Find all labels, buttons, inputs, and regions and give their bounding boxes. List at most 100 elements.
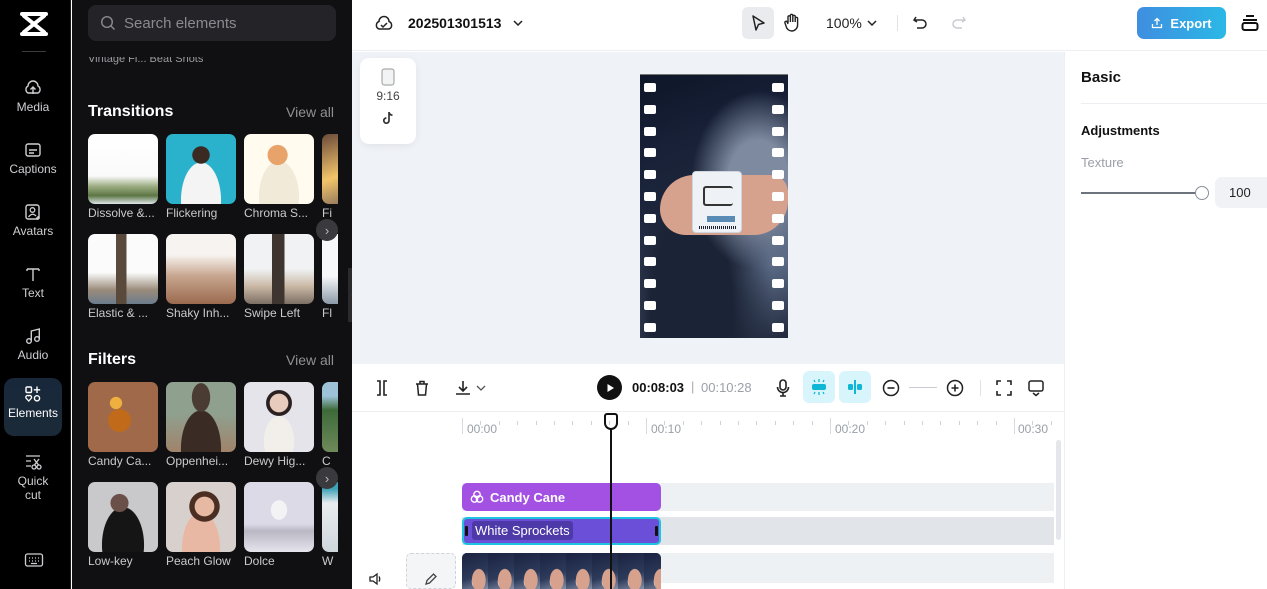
select-tool-button[interactable] [742,7,774,39]
search-input[interactable]: Search elements [88,5,336,41]
redo-button[interactable] [943,7,975,39]
export-button[interactable]: Export [1137,7,1226,39]
ruler-minor-tick [922,421,923,425]
layers-menu-button[interactable] [1234,7,1266,39]
fullscreen-icon [996,380,1012,396]
rail-item-quick-cut[interactable]: Quick cut [4,446,62,508]
speaker-icon[interactable] [368,572,384,586]
texture-value-input[interactable]: 100 [1215,177,1267,208]
project-menu[interactable]: 202501301513 [374,14,523,32]
transition-label: Fi [322,206,332,220]
fit-timeline-button[interactable] [992,376,1016,400]
undo-button[interactable] [904,7,936,39]
total-duration: 00:10:28 [701,380,752,395]
filter-clip[interactable]: Candy Cane [462,483,661,511]
cloud-upload-icon [25,80,41,94]
rail-item-captions[interactable]: Captions [4,134,62,190]
transition-label: Elastic & ... [88,306,149,320]
transition-thumbnail [88,234,158,304]
search-icon [100,15,115,30]
capcut-logo-icon[interactable] [18,10,50,38]
filters-view-all-link[interactable]: View all [286,352,334,368]
filter-tile[interactable]: W [322,482,338,568]
top-bar: 202501301513 100% Export [352,0,1267,51]
transition-tile[interactable]: Elastic & ... [88,234,158,320]
transition-tile[interactable]: Chroma S... [244,134,314,220]
ruler-label: 00:20 [835,422,866,436]
transition-label: Shaky Inh... [166,306,230,320]
timeline-zoom-slider[interactable] [909,387,937,388]
clip-trim-handle-left[interactable] [465,526,468,536]
rail-item-elements[interactable]: Elements [4,378,62,436]
ruler-minor-tick [738,421,739,425]
transition-tile[interactable]: Flickering [166,134,236,220]
auto-snap-toggle[interactable] [803,371,835,403]
chevron-down-icon [476,385,486,391]
scissors-icon [26,455,42,470]
filter-tile[interactable]: Peach Glow [166,482,236,568]
link-mode-toggle[interactable] [839,371,871,403]
texture-slider-handle[interactable] [1195,186,1209,200]
transitions-grid: Dissolve &... Flickering Chroma S... Fi … [88,134,338,324]
timeline-vertical-scrollbar[interactable] [1056,440,1061,540]
rail-item-media[interactable]: Media [4,72,62,128]
sim-card-image [692,171,742,233]
filter-tile[interactable]: C [322,382,338,468]
ruler-minor-tick [498,421,500,425]
transition-tile[interactable]: Swipe Left [244,234,314,320]
transition-label: Flickering [166,206,218,220]
clip-trim-handle-right[interactable] [655,526,658,536]
play-button[interactable] [597,375,622,400]
filter-tile[interactable]: Dewy Hig... [244,382,314,468]
ruler-minor-tick [958,421,960,425]
transition-tile[interactable]: Dissolve &... [88,134,158,220]
filter-tile[interactable]: Candy Ca... [88,382,158,468]
record-voice-button[interactable] [771,376,795,400]
transition-tile[interactable]: Fi [322,134,338,220]
transitions-view-all-link[interactable]: View all [286,104,334,120]
edit-cover-button[interactable] [406,553,456,589]
transition-tile[interactable]: Shaky Inh... [166,234,236,320]
ruler-minor-tick [480,421,482,425]
download-dropdown-button[interactable] [450,376,490,400]
zoom-level-dropdown[interactable]: 100% [826,15,877,31]
aspect-ratio-button[interactable]: 9:16 [360,58,416,144]
split-button[interactable] [370,376,394,400]
filter-thumbnail [166,482,236,552]
filter-tile[interactable]: Dolce [244,482,314,568]
filter-label: Dolce [244,554,275,568]
video-clip[interactable] [462,553,661,589]
video-clip-thumbnail [566,553,594,589]
playhead-handle[interactable] [604,413,618,430]
video-clip-thumbnail [592,553,620,589]
delete-button[interactable] [410,376,434,400]
video-clip-thumbnail [488,553,516,589]
zoom-in-button[interactable] [943,376,967,400]
chevron-down-icon [513,20,523,26]
effect-clip[interactable]: White Sprockets [462,517,661,545]
filter-label: Dewy Hig... [244,454,306,468]
hand-tool-button[interactable] [776,7,808,39]
video-clip-thumbnail [540,553,568,589]
rail-item-text[interactable]: Text [4,258,62,314]
zoom-out-button[interactable] [879,376,903,400]
rail-item-avatars[interactable]: Avatars [4,196,62,252]
transition-label: Dissolve &... [88,206,155,220]
preview-mode-button[interactable] [1024,376,1048,400]
filter-tile[interactable]: Oppenhei... [166,382,236,468]
video-preview[interactable] [640,74,788,338]
film-sprocket-hole [772,126,784,136]
playhead-line[interactable] [610,414,612,589]
texture-slider-track[interactable] [1081,192,1201,194]
timeline-toolbar: 00:08:03 | 00:10:28 [352,364,1064,412]
ruler-minor-tick [682,421,684,425]
zoom-level: 100% [826,15,862,31]
filter-tile[interactable]: Low-key [88,482,158,568]
filter-label: C [322,454,331,468]
keyboard-icon[interactable] [24,552,44,568]
transition-tile[interactable]: Fl [322,234,338,320]
transitions-next-button[interactable]: › [316,219,338,241]
filters-next-button[interactable]: › [316,467,338,489]
rail-item-audio[interactable]: Audio [4,320,62,376]
effect-clip-label: White Sprockets [472,521,573,540]
